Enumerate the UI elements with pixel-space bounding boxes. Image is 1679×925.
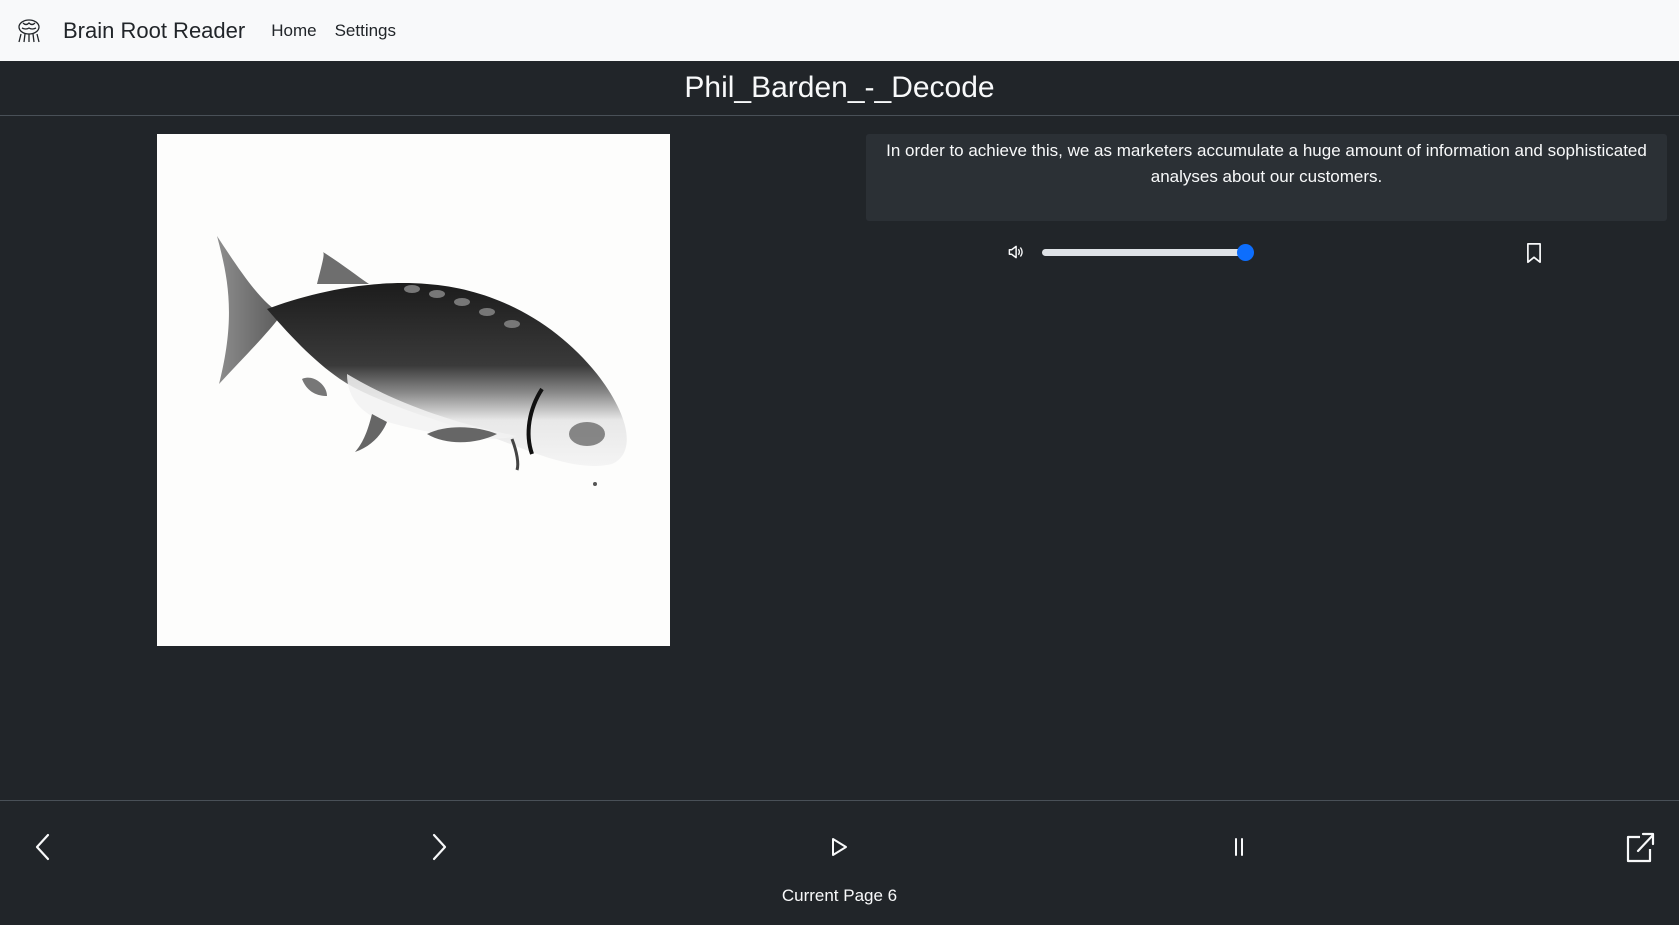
nav-link-home[interactable]: Home [271,21,316,41]
reader-text: In order to achieve this, we as marketer… [886,141,1647,186]
play-button[interactable] [826,833,852,861]
volume-slider-track [1042,249,1251,256]
play-icon [832,838,847,856]
brand-name[interactable]: Brain Root Reader [63,18,245,44]
bookmark-icon[interactable] [1524,242,1544,264]
volume-icon[interactable] [1006,243,1024,261]
chevron-right-icon [432,833,447,861]
book-title: Phil_Barden_-_Decode [684,71,995,104]
title-bar: Phil_Barden_-_Decode [0,61,1679,116]
reader-text-box: In order to achieve this, we as marketer… [866,134,1667,221]
fish-illustration [157,134,670,646]
nav-link-settings[interactable]: Settings [335,21,396,41]
brain-icon[interactable] [15,17,43,45]
chevron-left-icon [35,833,50,861]
next-page-button[interactable] [426,831,454,863]
previous-page-button[interactable] [28,831,56,863]
player-controls: Current Page 6 [0,800,1679,925]
box-arrow-up-right-icon [1626,832,1655,863]
volume-slider[interactable] [1042,244,1254,261]
volume-slider-thumb[interactable] [1236,244,1254,261]
pause-icon [1235,838,1243,856]
navbar: Brain Root Reader Home Settings [0,0,1679,61]
open-external-button[interactable] [1622,831,1656,865]
current-page-label: Current Page 6 [781,886,898,905]
pause-button[interactable] [1228,833,1250,861]
